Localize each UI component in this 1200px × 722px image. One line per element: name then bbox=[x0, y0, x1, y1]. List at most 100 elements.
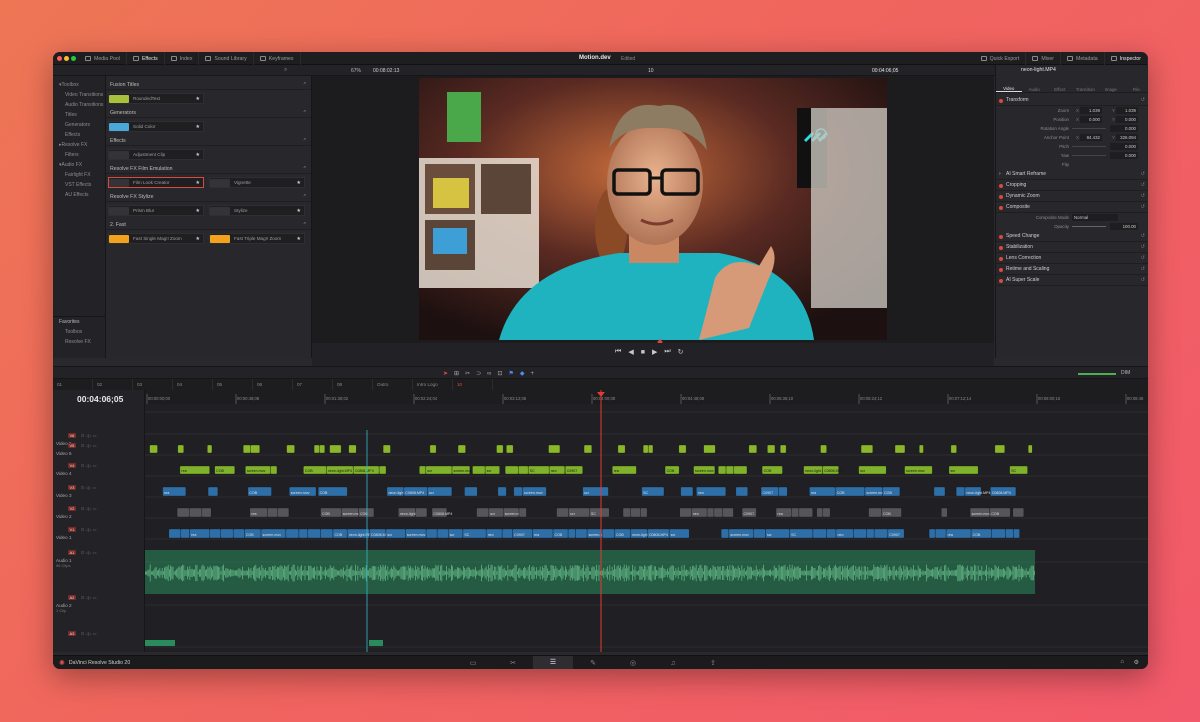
frame-count[interactable]: 10 bbox=[648, 68, 654, 74]
enable-toggle-icon[interactable] bbox=[999, 278, 1003, 283]
opacity-value[interactable]: 100.00 bbox=[1110, 223, 1138, 230]
zoom-level[interactable]: 67% bbox=[351, 68, 361, 74]
tree-item-video-transitions[interactable]: Video Transitions bbox=[53, 90, 105, 100]
zoom-window-button[interactable] bbox=[71, 56, 76, 61]
track-badge[interactable]: V3 bbox=[68, 485, 76, 490]
timeline-tab-07[interactable]: 07 bbox=[293, 379, 333, 390]
timeline-clip[interactable] bbox=[820, 444, 827, 454]
timeline-clip[interactable] bbox=[267, 507, 278, 518]
track-badge[interactable]: V1 bbox=[68, 527, 76, 532]
enable-toggle-icon[interactable] bbox=[999, 183, 1003, 188]
inspector-section-composite[interactable]: Composite ↺ bbox=[996, 202, 1148, 213]
timeline-clip[interactable] bbox=[718, 465, 727, 475]
timeline-clip[interactable] bbox=[991, 528, 1006, 539]
media-page-icon[interactable]: ▭ bbox=[453, 659, 493, 667]
timeline-clip[interactable] bbox=[812, 528, 827, 539]
timeline-clip[interactable] bbox=[680, 486, 694, 497]
timeline-clip[interactable] bbox=[176, 507, 190, 518]
fusion-page-icon[interactable]: ✎ bbox=[573, 659, 613, 667]
timeline-clip[interactable] bbox=[791, 507, 800, 518]
timeline-clip[interactable] bbox=[298, 528, 308, 539]
timeline-clip[interactable] bbox=[950, 444, 957, 454]
timeline-ruler[interactable] bbox=[145, 390, 1148, 404]
effect-stylize[interactable]: Stylize ★ bbox=[209, 205, 305, 216]
go-to-start-icon[interactable]: ⏮ bbox=[615, 348, 621, 356]
collapse-icon[interactable]: ⌃ bbox=[303, 194, 307, 200]
fairlight-page-icon[interactable]: ♫ bbox=[653, 660, 693, 667]
timeline-tab-02[interactable]: 02 bbox=[93, 379, 133, 390]
timeline-clip[interactable] bbox=[630, 507, 641, 518]
enable-toggle-icon[interactable] bbox=[999, 245, 1003, 250]
favorite-star-icon[interactable]: ★ bbox=[196, 96, 200, 102]
timeline-clip[interactable] bbox=[419, 465, 426, 475]
timeline-clip[interactable] bbox=[748, 444, 757, 454]
collapse-icon[interactable]: ⌃ bbox=[303, 110, 307, 116]
timeline-clip[interactable] bbox=[679, 507, 692, 518]
timeline-clip[interactable] bbox=[1028, 444, 1033, 454]
timeline-clip[interactable] bbox=[826, 528, 837, 539]
tree-item-audio-transitions[interactable]: Audio Transitions bbox=[53, 100, 105, 110]
track-header-a3[interactable]: A3 ⊡ ◁▷ ▭ bbox=[53, 631, 97, 639]
timeline-clip[interactable] bbox=[497, 486, 507, 497]
timeline-clip[interactable] bbox=[472, 465, 486, 475]
timeline-clip[interactable] bbox=[464, 486, 478, 497]
track-header-v4[interactable]: V4 ⊡ ◁▷ ▭ Video 4 bbox=[53, 463, 97, 476]
timeline-clip[interactable] bbox=[180, 528, 190, 539]
tree-item-toolbox[interactable]: ▾ Toolbox bbox=[53, 80, 105, 90]
timeline-clip[interactable] bbox=[816, 507, 823, 518]
param-value[interactable]: 0.000 bbox=[1110, 152, 1138, 159]
toolbar-effects-button[interactable]: Effects bbox=[127, 52, 165, 65]
track-header-v5[interactable]: V5 ⊡ ◁▷ ▭ Video 5 bbox=[53, 443, 97, 456]
timeline-clip[interactable] bbox=[735, 486, 748, 497]
timeline-clip[interactable] bbox=[678, 444, 687, 454]
timeline-clip[interactable] bbox=[220, 528, 234, 539]
color-page-icon[interactable]: ◎ bbox=[613, 659, 653, 667]
favorite-star-icon[interactable]: ★ bbox=[196, 180, 200, 186]
timeline-clip[interactable] bbox=[994, 444, 1005, 454]
collapse-icon[interactable]: ⌃ bbox=[303, 166, 307, 172]
reset-icon[interactable]: ↺ bbox=[1141, 193, 1145, 199]
track-controls-icon[interactable]: ⊡ ◁▷ ▭ bbox=[80, 550, 97, 555]
timeline-clip[interactable] bbox=[425, 528, 438, 539]
flag-icon[interactable]: ⚑ bbox=[508, 370, 513, 377]
timeline-clip[interactable] bbox=[313, 444, 320, 454]
favorite-star-icon[interactable]: ★ bbox=[196, 152, 200, 158]
effect-vignette[interactable]: Vignette ★ bbox=[209, 177, 305, 188]
reset-icon[interactable]: ↺ bbox=[1141, 255, 1145, 261]
timeline-clip[interactable] bbox=[868, 507, 882, 518]
tree-item-vst-effects[interactable]: VST Effects bbox=[53, 180, 105, 190]
timeline-clip[interactable] bbox=[496, 444, 504, 454]
track-controls-icon[interactable]: ⊡ ◁▷ ▭ bbox=[80, 463, 97, 468]
marker-icon[interactable]: ◆ bbox=[520, 370, 525, 377]
timeline-clip[interactable] bbox=[506, 444, 514, 454]
param-y-value[interactable]: 1.039 bbox=[1116, 107, 1138, 114]
timeline-clip[interactable] bbox=[556, 507, 569, 518]
tree-item-generators[interactable]: Generators bbox=[53, 120, 105, 130]
param-value[interactable]: 0.000 bbox=[1110, 125, 1138, 132]
effect-solid-color[interactable]: Solid Color ★ bbox=[108, 121, 204, 132]
inspector-section-retime-and-scaling[interactable]: Retime and Scaling ↺ bbox=[996, 264, 1148, 275]
effect-roundedtext[interactable]: RoundedText ★ bbox=[108, 93, 204, 104]
track-badge[interactable]: V2 bbox=[68, 506, 76, 511]
favorite-star-icon[interactable]: ★ bbox=[196, 208, 200, 214]
toolbar-keyframes-button[interactable]: Keyframes bbox=[254, 52, 301, 65]
enable-toggle-icon[interactable] bbox=[999, 256, 1003, 261]
timeline-clip[interactable] bbox=[436, 528, 449, 539]
timeline-clip[interactable] bbox=[518, 507, 527, 518]
effect-fast-triple-mag-zoom[interactable]: Fast Triple Mag!! Zoom ★ bbox=[209, 233, 305, 244]
timeline-clip[interactable] bbox=[767, 444, 776, 454]
timeline-clip[interactable] bbox=[348, 444, 357, 454]
reset-icon[interactable]: ↺ bbox=[1141, 204, 1145, 210]
timeline-clip[interactable] bbox=[177, 444, 184, 454]
search-icon[interactable]: ⌕ bbox=[284, 67, 287, 74]
timeline-clip[interactable] bbox=[575, 528, 588, 539]
timeline-clip[interactable] bbox=[505, 465, 519, 475]
timeline-tab-08[interactable]: 08 bbox=[333, 379, 373, 390]
inspector-tab-video[interactable]: Video bbox=[996, 79, 1022, 92]
tree-item-filters[interactable]: Filters bbox=[53, 150, 105, 160]
track-header-v2[interactable]: V2 ⊡ ◁▷ ▭ Video 2 bbox=[53, 506, 97, 519]
param-x-value[interactable]: 0.000 bbox=[1080, 116, 1102, 123]
expand-icon[interactable]: › bbox=[999, 171, 1001, 177]
timeline-clip[interactable] bbox=[853, 528, 867, 539]
effects-section-effects[interactable]: Effects ⌃ bbox=[106, 136, 311, 146]
